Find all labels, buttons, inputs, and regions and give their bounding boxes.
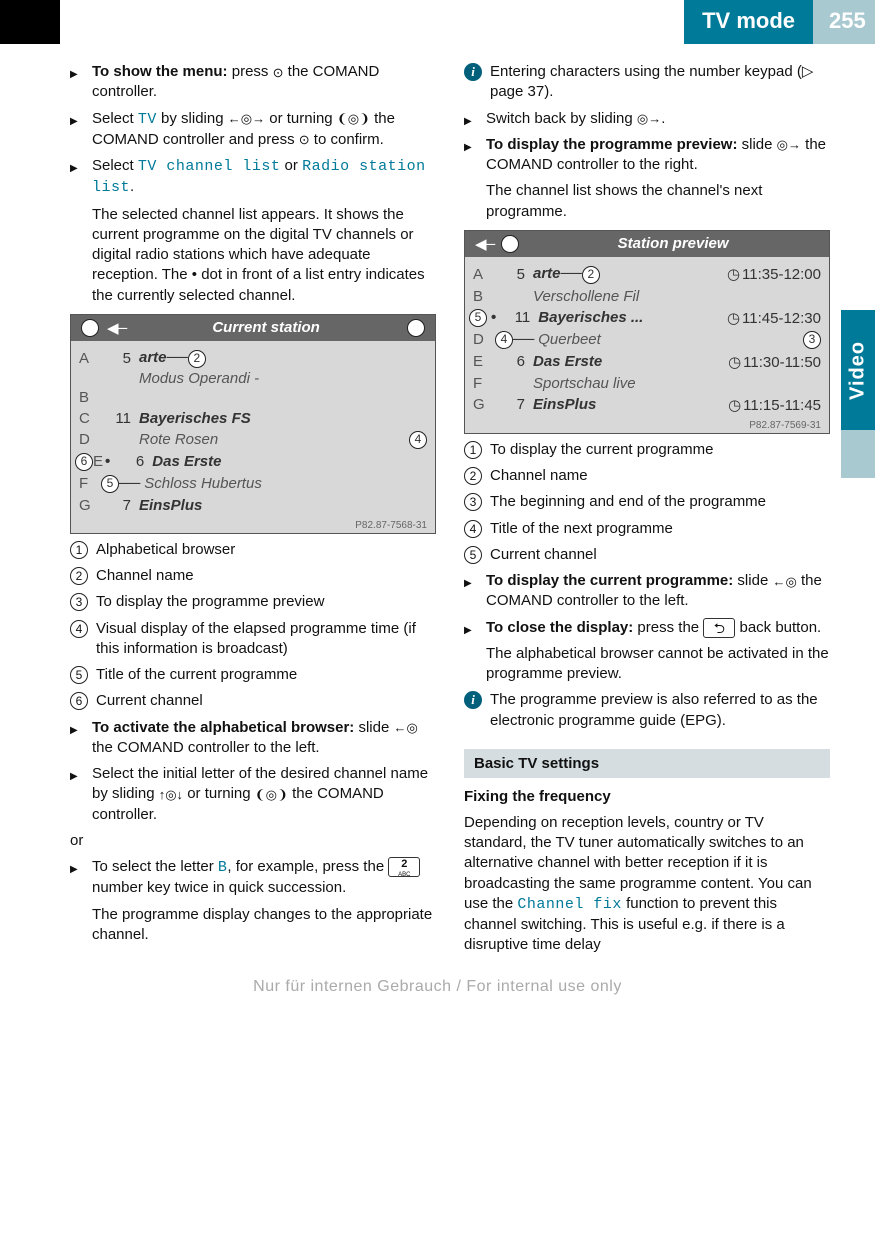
slide-right-icon: ◎→ [637,112,661,125]
header-page-number: 255 [813,0,875,44]
legend1-4: 4Visual display of the elapsed programme… [70,619,436,660]
legend2-1: 1To display the current programme [464,440,830,460]
turn-icon: ❨◎❩ [337,112,370,125]
step-press-number-key: To select the letter B, for example, pre… [70,857,436,899]
legend2-3: 3The beginning and end of the programme [464,492,830,512]
figure-current-station: 1Current station3 A5arte──2 Modus Operan… [70,314,436,534]
slide-ud-icon: ↑◎↓ [159,788,183,801]
step-select-channel-list: Select TV channel list or Radio sta­tion… [70,156,436,199]
figure-station-preview: 1Station preview A5arte──211:35-12:00 BV… [464,230,830,434]
step-close-display: To close the display: press the ⮌ back b… [464,618,830,638]
note-epg: i The programme preview is also referred… [464,690,830,731]
step-show-menu: To show the menu: press ⊙ the COMAND con… [70,62,436,103]
legend1-3: 3To display the programme preview [70,592,436,612]
header-title: TV mode [684,0,813,44]
header-black-accent [0,0,60,44]
legend2-2: 2Channel name [464,466,830,486]
step-select-channel-list-cont: The selected channel list appears. It sh… [92,205,436,306]
key-2abc: 2ABC [388,857,420,877]
watermark: Nur für internen Gebrauch / For internal… [0,978,875,996]
step-display-current: To display the current programme: slide … [464,571,830,612]
legend2-5: 5Current channel [464,545,830,565]
step-select-letter: Select the initial letter of the desired… [70,764,436,825]
back-key-icon: ⮌ [703,618,735,638]
legend1-2: 2Channel name [70,566,436,586]
legend2-4: 4Title of the next programme [464,519,830,539]
section-basic-tv-settings: Basic TV settings [464,749,830,778]
slide-left-icon: ←◎ [772,575,796,588]
step-activate-browser: To activate the alphabetical browser: sl… [70,718,436,759]
header-bar: TV mode 255 [0,0,875,44]
left-column: To show the menu: press ⊙ the COMAND con… [70,56,436,960]
press-icon: ⊙ [299,133,310,146]
slide-left-icon: ←◎ [393,721,417,734]
legend1-1: 1Alphabetical browser [70,540,436,560]
step-select-tv: Select TV by sliding ←◎→ or turning ❨◎❩ … [70,109,436,151]
legend1-5: 5Title of the current programme [70,665,436,685]
or-text: or [70,831,436,851]
press-icon: ⊙ [273,66,284,79]
step-press-number-key-cont: The programme display changes to the app… [92,905,436,946]
step-close-display-cont: The alphabetical browser cannot be activ… [486,644,830,685]
step-switch-back: Switch back by sliding ◎→. [464,109,830,129]
note-number-keypad: i Entering characters using the number k… [464,62,830,103]
subhead-fixing-frequency: Fixing the frequency [464,788,830,805]
slide-right-icon: ◎→ [777,138,801,151]
step-display-preview-cont: The channel list shows the channel's nex… [486,181,830,222]
legend1-6: 6Current channel [70,691,436,711]
right-column: i Entering characters using the number k… [464,56,830,960]
slide-lr-icon: ←◎→ [228,112,265,125]
turn-icon: ❨◎❩ [255,788,288,801]
step-display-preview: To display the programme preview: slide … [464,135,830,176]
para-channel-fix: Depending on reception levels, country o… [464,813,830,956]
